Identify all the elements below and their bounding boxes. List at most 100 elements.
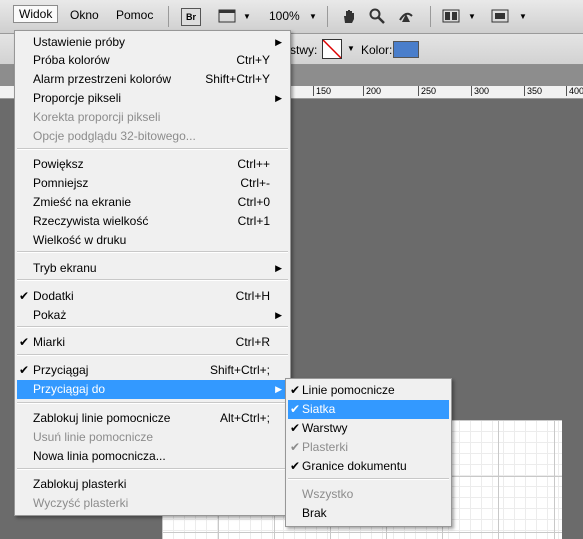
color-swatch[interactable] xyxy=(393,41,419,58)
menu-item-label: Wszystko xyxy=(302,487,354,501)
menu-okno[interactable]: Okno xyxy=(70,8,99,22)
no-color-swatch-icon[interactable] xyxy=(322,39,342,59)
color-label: Kolor: xyxy=(361,43,393,57)
menu-item-label: Przyciągaj do xyxy=(33,382,106,396)
bridge-icon[interactable]: Br xyxy=(181,8,201,26)
menu-item-label: Pokaż xyxy=(33,308,67,322)
view-menu-item-proba-kolorow[interactable]: Próba kolorów Ctrl+Y xyxy=(17,51,288,70)
menubar: Widok Okno Pomoc Br ▼ 100% ▼ ▼ ▼ xyxy=(0,0,583,34)
snap-menu-item-wszystko[interactable]: Wszystko xyxy=(288,485,449,504)
chevron-down-icon[interactable]: ▼ xyxy=(514,8,532,24)
chevron-down-icon[interactable]: ▼ xyxy=(304,8,322,24)
view-menu-item-wielkosc-w-druku[interactable]: Wielkość w druku xyxy=(17,231,288,250)
toolbar-divider xyxy=(168,6,169,27)
menu-item-label: Próba kolorów xyxy=(33,53,110,67)
menu-separator xyxy=(17,148,288,150)
menu-item-label: Brak xyxy=(302,506,327,520)
menu-item-shortcut: Alt+Ctrl+; xyxy=(219,411,270,425)
toolbar-divider xyxy=(430,6,431,27)
chevron-down-icon[interactable]: ▼ xyxy=(463,8,481,24)
menu-item-label: Pomniejsz xyxy=(33,176,89,190)
menu-separator xyxy=(17,251,288,253)
chevron-down-icon[interactable]: ▼ xyxy=(347,44,355,53)
screen-mode-icon[interactable] xyxy=(491,8,509,24)
snap-menu-item-plasterki[interactable]: ✔ Plasterki xyxy=(288,438,449,457)
ruler-tick-label: 400 xyxy=(566,86,583,96)
zoom-level[interactable]: 100% xyxy=(269,9,300,23)
submenu-arrow-icon: ▶ xyxy=(275,310,282,320)
snap-menu-item-siatka[interactable]: ✔ Siatka xyxy=(288,400,449,419)
submenu-arrow-icon: ▶ xyxy=(275,384,282,394)
zoom-tool-icon[interactable] xyxy=(368,8,386,24)
view-menu-item-ustawienie-proby[interactable]: Ustawienie próby ▶ xyxy=(17,33,288,52)
view-menu-item-korekta-proporcji-pikseli[interactable]: Korekta proporcji pikseli xyxy=(17,108,288,127)
menu-separator xyxy=(17,402,288,404)
chevron-down-icon[interactable]: ▼ xyxy=(238,8,256,24)
arrange-documents-icon[interactable] xyxy=(442,8,460,24)
checkmark-icon: ✔ xyxy=(19,289,30,303)
view-menu-item-zablokuj-linie-pomocnicze[interactable]: Zablokuj linie pomocnicze Alt+Ctrl+; xyxy=(17,409,288,428)
view-menu-item-wyczysc-plasterki[interactable]: Wyczyść plasterki xyxy=(17,494,288,513)
checkmark-icon: ✔ xyxy=(19,363,30,377)
menu-widok[interactable]: Widok xyxy=(13,5,59,23)
submenu-arrow-icon: ▶ xyxy=(275,263,282,273)
ruler-tick-label: 200 xyxy=(363,86,381,96)
menu-separator xyxy=(17,354,288,356)
submenu-arrow-icon: ▶ xyxy=(275,37,282,47)
view-menu-item-alarm-przestrzeni-kolorow[interactable]: Alarm przestrzeni kolorów Shift+Ctrl+Y xyxy=(17,70,288,89)
menu-separator xyxy=(17,326,288,328)
menu-item-label: Warstwy xyxy=(302,421,348,435)
view-menu-item-opcje-podgladu-32-bitowego[interactable]: Opcje podglądu 32-bitowego... xyxy=(17,127,288,146)
view-menu-item-rzeczywista-wielkosc[interactable]: Rzeczywista wielkość Ctrl+1 xyxy=(17,212,288,231)
menu-pomoc[interactable]: Pomoc xyxy=(116,8,153,22)
menu-item-shortcut: Shift+Ctrl+; xyxy=(209,363,270,377)
view-menu-item-dodatki[interactable]: ✔ Dodatki Ctrl+H xyxy=(17,287,288,306)
menu-item-shortcut: Shift+Ctrl+Y xyxy=(205,72,270,86)
menu-item-label: Powiększ xyxy=(33,157,84,171)
menu-item-label: Granice dokumentu xyxy=(302,459,407,473)
view-menu-item-przyciagaj[interactable]: ✔ Przyciągaj Shift+Ctrl+; xyxy=(17,361,288,380)
view-menu-item-zablokuj-plasterki[interactable]: Zablokuj plasterki xyxy=(17,475,288,494)
view-menu-item-pokaz[interactable]: Pokaż ▶ xyxy=(17,306,288,325)
menu-item-label: Proporcje pikseli xyxy=(33,91,122,105)
view-menu-item-miarki[interactable]: ✔ Miarki Ctrl+R xyxy=(17,333,288,352)
ruler-tick-label: 250 xyxy=(418,86,436,96)
menu-item-label: Tryb ekranu xyxy=(33,261,97,275)
ruler-tick-label: 150 xyxy=(313,86,331,96)
menu-item-label: Wielkość w druku xyxy=(33,233,127,247)
menu-item-label: Wyczyść plasterki xyxy=(33,496,129,510)
menu-item-shortcut: Ctrl+Y xyxy=(236,53,270,67)
menu-item-label: Usuń linie pomocnicze xyxy=(33,430,154,444)
hand-tool-icon[interactable] xyxy=(340,8,358,24)
view-menu-item-proporcje-pikseli[interactable]: Proporcje pikseli ▶ xyxy=(17,89,288,108)
menu-separator xyxy=(17,279,288,281)
menu-item-shortcut: Ctrl++ xyxy=(237,157,270,171)
menu-item-shortcut: Ctrl+- xyxy=(240,176,270,190)
menu-item-label: Opcje podglądu 32-bitowego... xyxy=(33,129,196,143)
menu-item-label: Nowa linia pomocnicza... xyxy=(33,449,166,463)
checkmark-icon: ✔ xyxy=(290,459,301,473)
menu-item-label: Plasterki xyxy=(302,440,349,454)
view-menu-item-zmiesc-na-ekranie[interactable]: Zmieść na ekranie Ctrl+0 xyxy=(17,193,288,212)
snap-menu-item-warstwy[interactable]: ✔ Warstwy xyxy=(288,419,449,438)
menu-item-label: Przyciągaj xyxy=(33,363,89,377)
menu-item-label: Zablokuj plasterki xyxy=(33,477,127,491)
menu-item-label: Zmieść na ekranie xyxy=(33,195,132,209)
view-menu-item-pomniejsz[interactable]: Pomniejsz Ctrl+- xyxy=(17,174,288,193)
view-menu-item-powieksz[interactable]: Powiększ Ctrl++ xyxy=(17,155,288,174)
checkmark-icon: ✔ xyxy=(19,335,30,349)
snap-menu-item-linie-pomocnicze[interactable]: ✔ Linie pomocnicze xyxy=(288,381,449,400)
view-menu: Ustawienie próby ▶ Próba kolorów Ctrl+Y Alar… xyxy=(14,30,291,516)
view-menu-item-tryb-ekranu[interactable]: Tryb ekranu ▶ xyxy=(17,259,288,278)
view-extras-icon[interactable] xyxy=(218,8,236,24)
view-menu-item-usun-linie-pomocnicze[interactable]: Usuń linie pomocnicze xyxy=(17,428,288,447)
rotate-view-icon[interactable] xyxy=(397,8,415,24)
view-menu-item-nowa-linia-pomocnicza[interactable]: Nowa linia pomocnicza... xyxy=(17,447,288,466)
menu-item-label: Ustawienie próby xyxy=(33,35,126,49)
view-menu-item-przyciagaj-do[interactable]: Przyciągaj do ▶ xyxy=(17,380,288,399)
toolbar-divider xyxy=(327,6,328,27)
snap-menu-item-granice-dokumentu[interactable]: ✔ Granice dokumentu xyxy=(288,457,449,476)
menu-item-shortcut: Ctrl+R xyxy=(235,335,270,349)
snap-menu-item-brak[interactable]: Brak xyxy=(288,504,449,523)
checkmark-icon: ✔ xyxy=(290,402,301,416)
